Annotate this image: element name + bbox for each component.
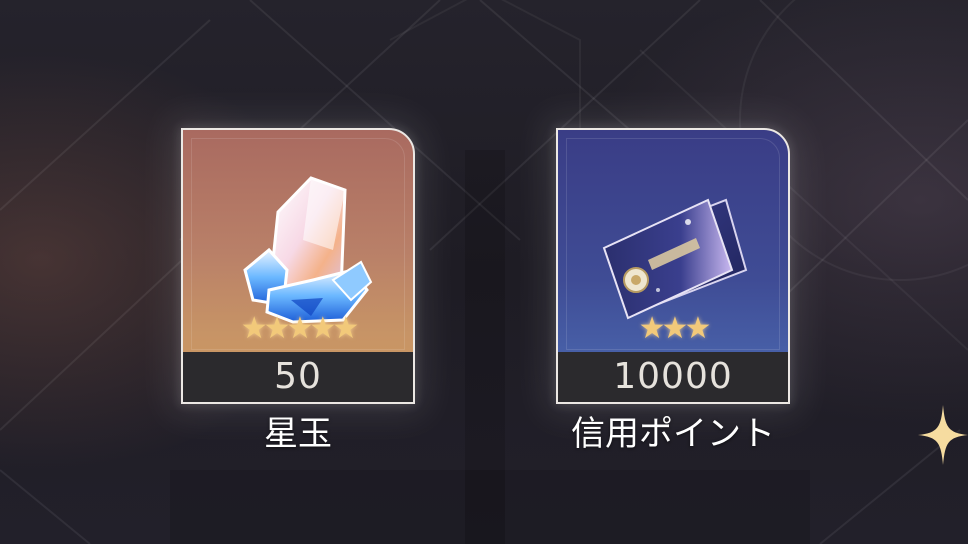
sparkle-icon xyxy=(918,405,968,465)
quantity-label: 10000 xyxy=(558,352,788,402)
reward-name: 信用ポイント xyxy=(571,414,775,454)
reward-screen: ★★★★★ 50 星玉 ★★★ 10000 信用ポイント xyxy=(0,0,968,544)
reward-item-stellar-jade[interactable]: ★★★★★ 50 星玉 xyxy=(181,128,415,456)
reward-name: 星玉 xyxy=(264,414,332,454)
reward-item-credits[interactable]: ★★★ 10000 信用ポイント xyxy=(556,128,790,456)
reward-card[interactable]: ★★★ 10000 xyxy=(556,128,790,404)
quantity-label: 50 xyxy=(183,352,413,402)
rarity-stars: ★★★ xyxy=(638,311,712,346)
rarity-stars: ★★★★★ xyxy=(240,311,359,346)
reward-card[interactable]: ★★★★★ 50 xyxy=(181,128,415,404)
background-pattern xyxy=(0,0,968,544)
